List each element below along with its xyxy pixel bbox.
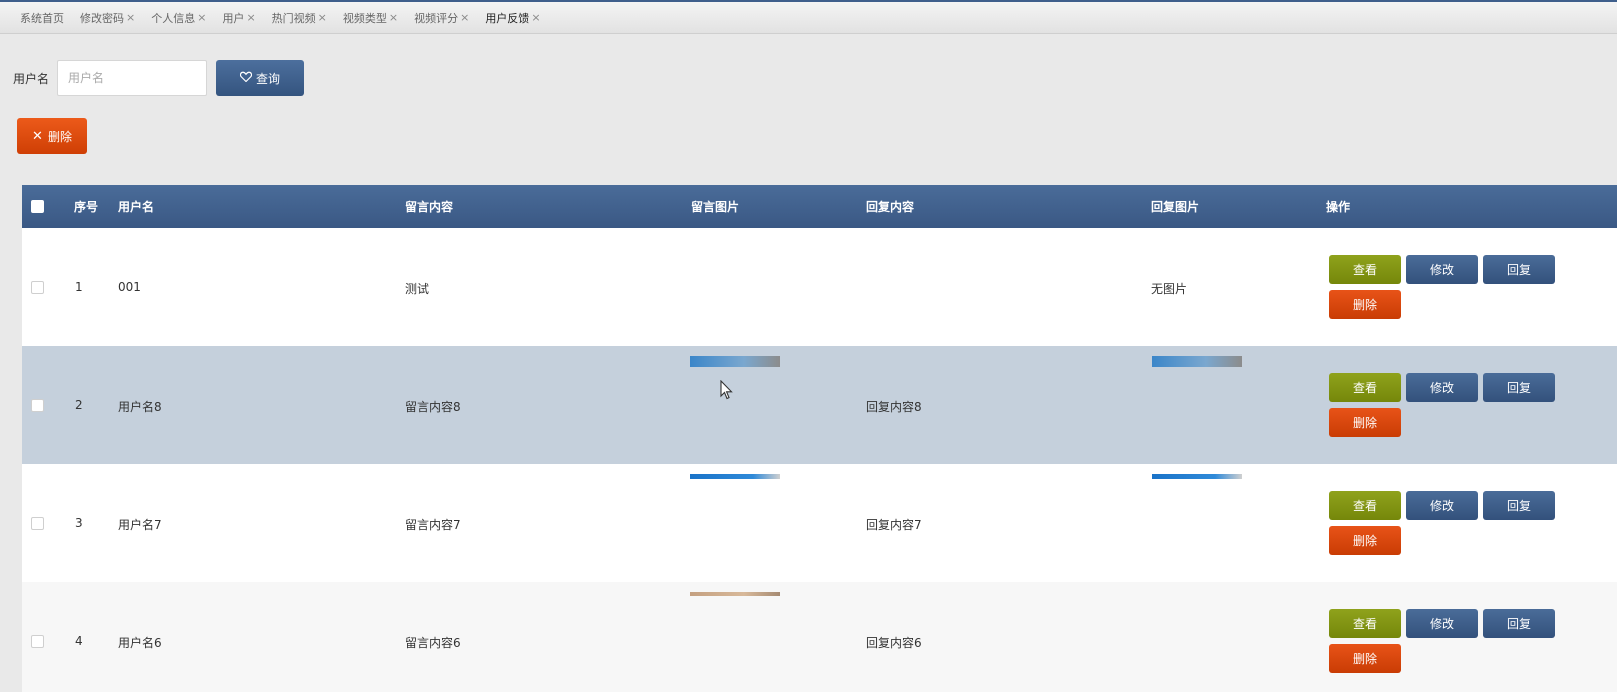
row-message: 留言内容7	[405, 518, 461, 532]
tab-label: 用户	[222, 11, 245, 25]
view-button[interactable]: 查看	[1329, 373, 1401, 402]
tab-bar: 系统首页 修改密码 × 个人信息 × 用户 × 热门视频 × 视频类型 × 视频评分 × 用…	[0, 0, 1617, 34]
table-row[interactable]: 3 用户名7 留言内容7 回复内容7 查看 修改 回复 删除	[22, 464, 1617, 582]
tab-label: 修改密码	[80, 11, 124, 25]
row-username: 001	[118, 280, 141, 294]
delete-button[interactable]: 删除	[1329, 290, 1401, 319]
search-button-label: 查询	[256, 71, 281, 86]
heart-icon	[239, 71, 253, 85]
table-row[interactable]: 2 用户名8 留言内容8 回复内容8 查看 修改 回复 删除	[22, 346, 1617, 464]
reply-button[interactable]: 回复	[1483, 255, 1555, 284]
row-checkbox[interactable]	[31, 399, 44, 412]
username-search-input[interactable]	[57, 60, 208, 96]
row-index: 2	[75, 398, 83, 412]
close-icon[interactable]: ×	[531, 11, 540, 24]
tab-label: 用户反馈	[485, 11, 530, 25]
table-header: 序号 用户名 留言内容 留言图片 回复内容 回复图片 操作	[22, 185, 1617, 228]
bulk-delete-label: 删除	[47, 129, 72, 144]
close-icon[interactable]: ×	[460, 11, 469, 24]
table-row[interactable]: 4 用户名6 留言内容6 回复内容6 查看 修改 回复 删除	[22, 582, 1617, 692]
header-reply: 回复内容	[866, 200, 915, 214]
close-icon[interactable]: ×	[246, 11, 255, 24]
edit-button[interactable]: 修改	[1406, 491, 1478, 520]
tab-change-password[interactable]: 修改密码 ×	[80, 10, 135, 26]
row-reply-image-text: 无图片	[1151, 282, 1188, 296]
row-reply: 回复内容6	[866, 636, 922, 650]
tab-hot-videos[interactable]: 热门视频 ×	[272, 10, 327, 26]
row-index: 1	[75, 280, 83, 294]
select-all-checkbox[interactable]	[31, 200, 44, 213]
message-image-thumbnail[interactable]	[690, 474, 780, 479]
header-message-image: 留言图片	[691, 200, 740, 214]
row-message: 测试	[405, 282, 430, 296]
header-username: 用户名	[118, 200, 155, 214]
row-username: 用户名6	[118, 636, 162, 650]
tab-user-feedback[interactable]: 用户反馈 ×	[485, 10, 540, 26]
row-checkbox[interactable]	[31, 517, 44, 530]
close-icon: ✕	[32, 128, 43, 144]
view-button[interactable]: 查看	[1329, 609, 1401, 638]
header-message: 留言内容	[405, 200, 454, 214]
mouse-cursor-icon	[720, 380, 733, 400]
close-icon[interactable]: ×	[389, 11, 398, 24]
search-button[interactable]: 查询	[216, 60, 305, 96]
row-checkbox[interactable]	[31, 281, 44, 294]
reply-button[interactable]: 回复	[1483, 491, 1555, 520]
tab-label: 系统首页	[20, 11, 64, 25]
reply-image-thumbnail[interactable]	[1152, 474, 1242, 479]
header-reply-image: 回复图片	[1151, 200, 1200, 214]
search-label: 用户名	[13, 71, 50, 86]
search-bar: 用户名 查询	[13, 60, 305, 96]
reply-image-thumbnail[interactable]	[1152, 356, 1242, 367]
view-button[interactable]: 查看	[1329, 255, 1401, 284]
row-username: 用户名7	[118, 518, 162, 532]
bulk-delete-button[interactable]: ✕ 删除	[17, 118, 87, 154]
tab-system-home[interactable]: 系统首页	[20, 10, 64, 26]
row-index: 3	[75, 516, 83, 530]
tab-label: 热门视频	[271, 11, 316, 25]
delete-button[interactable]: 删除	[1329, 644, 1401, 673]
reply-button[interactable]: 回复	[1483, 373, 1555, 402]
header-index: 序号	[74, 200, 99, 214]
tab-video-type[interactable]: 视频类型 ×	[343, 10, 398, 26]
row-index: 4	[75, 634, 83, 648]
tab-label: 个人信息	[151, 11, 196, 25]
tab-video-rating[interactable]: 视频评分 ×	[414, 10, 469, 26]
feedback-table: 序号 用户名 留言内容 留言图片 回复内容 回复图片 操作 1 001 测试 无…	[22, 185, 1617, 692]
edit-button[interactable]: 修改	[1406, 373, 1478, 402]
header-actions: 操作	[1326, 200, 1351, 214]
tab-label: 视频评分	[414, 11, 459, 25]
reply-button[interactable]: 回复	[1483, 609, 1555, 638]
delete-button[interactable]: 删除	[1329, 408, 1401, 437]
tab-user[interactable]: 用户 ×	[222, 10, 255, 26]
tab-label: 视频类型	[342, 11, 387, 25]
tab-personal-info[interactable]: 个人信息 ×	[151, 10, 206, 26]
row-username: 用户名8	[118, 400, 162, 414]
row-message: 留言内容8	[405, 400, 461, 414]
edit-button[interactable]: 修改	[1406, 255, 1478, 284]
message-image-thumbnail[interactable]	[690, 356, 780, 367]
message-image-thumbnail[interactable]	[690, 592, 780, 596]
row-reply: 回复内容7	[866, 518, 922, 532]
row-message: 留言内容6	[405, 636, 461, 650]
close-icon[interactable]: ×	[126, 11, 135, 24]
edit-button[interactable]: 修改	[1406, 609, 1478, 638]
view-button[interactable]: 查看	[1329, 491, 1401, 520]
row-checkbox[interactable]	[31, 635, 44, 648]
delete-button[interactable]: 删除	[1329, 526, 1401, 555]
row-reply: 回复内容8	[866, 400, 922, 414]
table-row[interactable]: 1 001 测试 无图片 查看 修改 回复 删除	[22, 228, 1617, 346]
close-icon[interactable]: ×	[318, 11, 327, 24]
close-icon[interactable]: ×	[197, 11, 206, 24]
